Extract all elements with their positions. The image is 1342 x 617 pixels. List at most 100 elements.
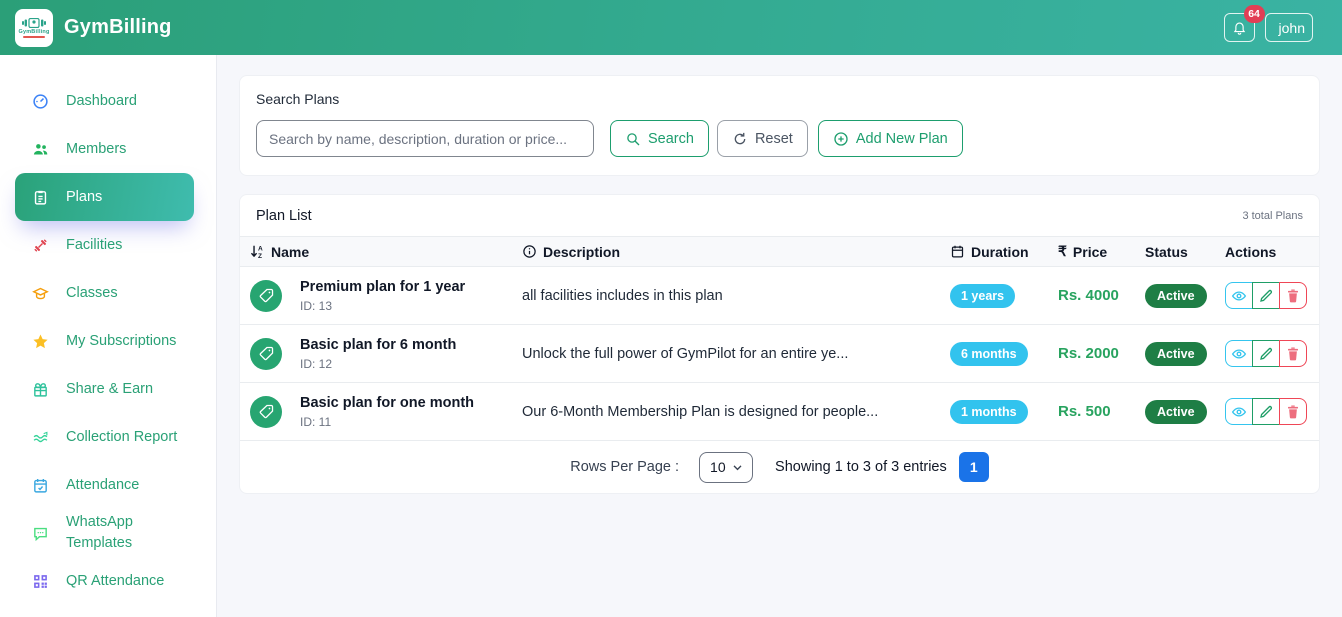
- dumbbell-icon: [32, 237, 49, 254]
- sort-az-icon: AZ: [250, 244, 265, 259]
- sidebar-item-label: Plans: [66, 187, 102, 208]
- pencil-icon: [1258, 346, 1274, 362]
- eye-icon: [1231, 404, 1247, 420]
- search-icon: [625, 131, 641, 147]
- sidebar-item-label: Members: [66, 139, 126, 160]
- delete-plan-button[interactable]: [1279, 398, 1307, 425]
- reset-button-label: Reset: [755, 131, 793, 147]
- view-plan-button[interactable]: [1225, 340, 1253, 367]
- plans-icon: [32, 189, 49, 206]
- app-logo: GymBilling: [15, 9, 53, 47]
- qr-code-icon: [32, 573, 49, 590]
- column-header-name[interactable]: AZ Name: [250, 244, 522, 260]
- plus-circle-icon: [833, 131, 849, 147]
- plan-description: Our 6-Month Membership Plan is designed …: [522, 404, 950, 420]
- edit-plan-button[interactable]: [1252, 340, 1280, 367]
- column-header-duration: Duration: [950, 244, 1058, 260]
- plan-name: Premium plan for 1 year: [300, 279, 465, 295]
- tag-icon: [258, 287, 275, 304]
- trash-icon: [1285, 346, 1301, 362]
- dashboard-icon: [32, 93, 49, 110]
- tag-icon: [258, 345, 275, 362]
- sidebar-item-label: Attendance: [66, 475, 139, 496]
- sidebar-item-share-earn[interactable]: Share & Earn: [0, 365, 216, 413]
- add-new-plan-label: Add New Plan: [856, 131, 948, 147]
- sidebar-item-facilities[interactable]: Facilities: [0, 221, 216, 269]
- sidebar-item-label: Collection Report: [66, 427, 177, 448]
- search-button[interactable]: Search: [610, 120, 709, 157]
- graduation-cap-icon: [32, 285, 49, 302]
- view-plan-button[interactable]: [1225, 398, 1253, 425]
- notifications-button[interactable]: 64: [1224, 13, 1255, 42]
- delete-plan-button[interactable]: [1279, 340, 1307, 367]
- trash-icon: [1285, 404, 1301, 420]
- members-icon: [32, 141, 49, 158]
- plan-id: ID: 13: [300, 299, 465, 313]
- rows-per-page-select[interactable]: 10: [699, 452, 753, 483]
- sidebar-item-attendance[interactable]: Attendance: [0, 461, 216, 509]
- search-input[interactable]: [256, 120, 594, 157]
- sidebar-item-label: Share & Earn: [66, 379, 153, 400]
- notification-count-badge: 64: [1244, 5, 1265, 23]
- plan-price: Rs. 2000: [1058, 345, 1145, 362]
- sidebar-item-label: My Subscriptions: [66, 331, 176, 352]
- sidebar-item-qr-attendance[interactable]: QR Attendance: [0, 557, 216, 605]
- pencil-icon: [1258, 288, 1274, 304]
- svg-text:A: A: [258, 246, 263, 253]
- plan-price: Rs. 4000: [1058, 287, 1145, 304]
- sidebar-item-whatsapp-templates[interactable]: WhatsApp Templates: [0, 509, 216, 557]
- search-button-label: Search: [648, 131, 694, 147]
- rows-per-page-value: 10: [710, 459, 726, 475]
- plan-description: Unlock the full power of GymPilot for an…: [522, 346, 950, 362]
- info-icon: [522, 244, 537, 259]
- plan-name: Basic plan for 6 month: [300, 337, 456, 353]
- calendar-icon: [950, 244, 965, 259]
- pencil-icon: [1258, 404, 1274, 420]
- sidebar-item-members[interactable]: Members: [0, 125, 216, 173]
- plan-price: Rs. 500: [1058, 403, 1145, 420]
- edit-plan-button[interactable]: [1252, 398, 1280, 425]
- plan-id: ID: 12: [300, 357, 456, 371]
- status-badge: Active: [1145, 400, 1207, 424]
- gift-icon: [32, 381, 49, 398]
- user-menu-button[interactable]: john: [1265, 13, 1313, 42]
- page-1-button[interactable]: 1: [959, 452, 989, 482]
- table-header-row: AZ Name Description Duration ₹ Price Sta…: [240, 236, 1319, 267]
- search-plans-card: Search Plans Search Reset Add New Plan: [239, 75, 1320, 176]
- star-icon: [32, 333, 49, 350]
- column-header-description: Description: [522, 244, 950, 260]
- waves-chart-icon: [32, 429, 49, 446]
- sidebar-item-classes[interactable]: Classes: [0, 269, 216, 317]
- status-badge: Active: [1145, 342, 1207, 366]
- plan-description: all facilities includes in this plan: [522, 288, 950, 304]
- plan-id: ID: 11: [300, 415, 474, 429]
- sidebar: Dashboard Members Plans Facilities Class: [0, 55, 217, 617]
- showing-entries-label: Showing 1 to 3 of 3 entries: [775, 459, 947, 475]
- reset-icon: [732, 131, 748, 147]
- dumbbell-logo-icon: [22, 18, 46, 28]
- rupee-icon: ₹: [1058, 243, 1067, 260]
- main-content: Search Plans Search Reset Add New Plan: [217, 55, 1342, 617]
- sidebar-item-label: QR Attendance: [66, 571, 164, 592]
- sidebar-item-collection-report[interactable]: Collection Report: [0, 413, 216, 461]
- sidebar-item-plans[interactable]: Plans: [15, 173, 194, 221]
- delete-plan-button[interactable]: [1279, 282, 1307, 309]
- add-new-plan-button[interactable]: Add New Plan: [818, 120, 963, 157]
- eye-icon: [1231, 346, 1247, 362]
- trash-icon: [1285, 288, 1301, 304]
- duration-badge: 6 months: [950, 342, 1028, 366]
- reset-button[interactable]: Reset: [717, 120, 808, 157]
- sidebar-item-label: Classes: [66, 283, 118, 304]
- column-header-status: Status: [1145, 244, 1225, 260]
- sidebar-item-dashboard[interactable]: Dashboard: [0, 77, 216, 125]
- view-plan-button[interactable]: [1225, 282, 1253, 309]
- calendar-check-icon: [32, 477, 49, 494]
- column-header-price: ₹ Price: [1058, 243, 1145, 260]
- column-header-actions: Actions: [1225, 244, 1309, 260]
- tag-icon: [258, 403, 275, 420]
- chat-bubble-icon: [32, 525, 49, 542]
- edit-plan-button[interactable]: [1252, 282, 1280, 309]
- sidebar-item-my-subscriptions[interactable]: My Subscriptions: [0, 317, 216, 365]
- plan-list-title: Plan List: [256, 208, 312, 224]
- row-actions: [1225, 398, 1309, 425]
